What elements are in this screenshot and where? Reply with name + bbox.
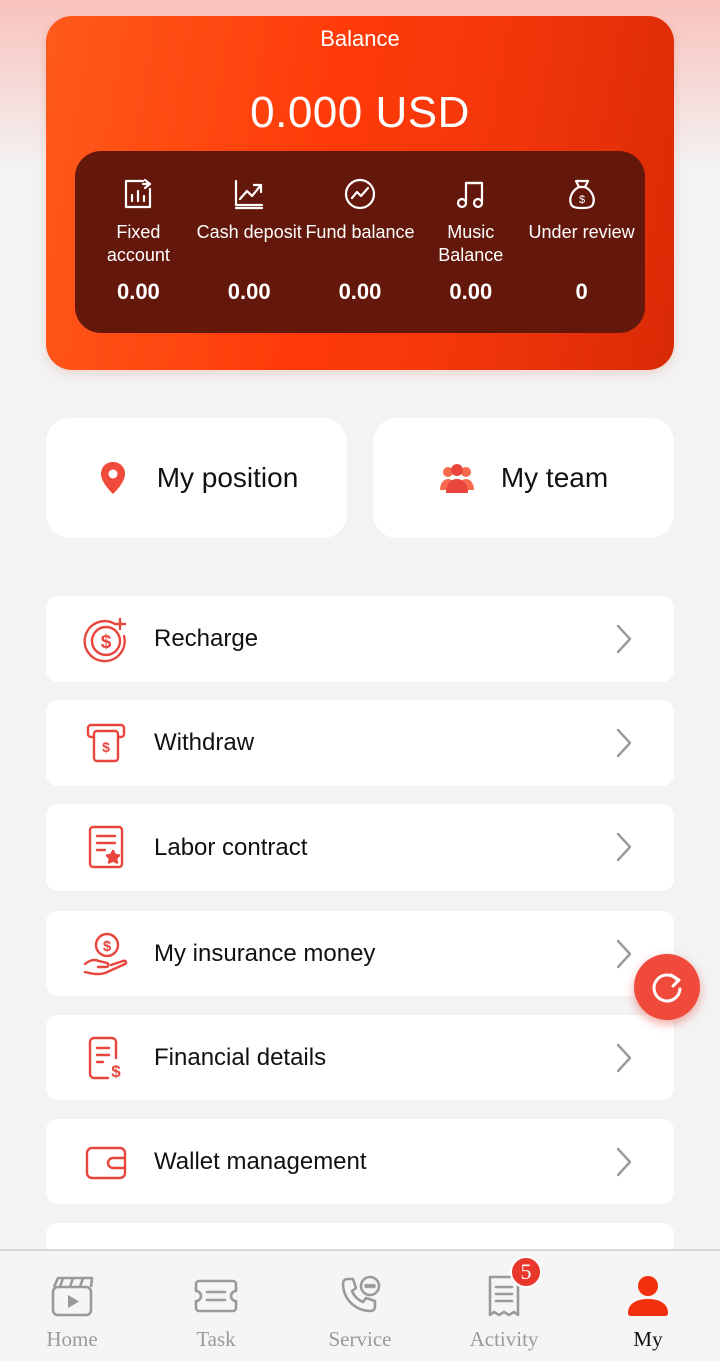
stat-label: Cash deposit: [196, 222, 302, 242]
balance-amount: 0.000 USD: [250, 88, 470, 137]
menu-label: Labor contract: [154, 833, 308, 861]
atm-withdraw-icon: $: [86, 723, 126, 763]
stat-fund-balance[interactable]: Fund balance 0.00: [305, 151, 415, 333]
balance-title: Balance: [320, 26, 400, 51]
svg-text:$: $: [111, 1062, 121, 1081]
bottom-tab-bar: Home Task Service Activity 5 My: [0, 1249, 720, 1361]
menu-label: My insurance money: [154, 939, 376, 967]
chevron-right-icon: [616, 1043, 632, 1073]
svg-text:$: $: [102, 739, 110, 755]
chevron-right-icon: [616, 832, 632, 862]
dollar-plus-icon: $: [83, 617, 127, 663]
stat-under-review[interactable]: $ Under review 0: [527, 151, 637, 333]
stat-fixed-account[interactable]: Fixed account 0.00: [83, 151, 193, 333]
location-pin-icon: [100, 462, 125, 494]
chevron-right-icon: [616, 1147, 632, 1177]
svg-text:$: $: [101, 632, 112, 653]
balance-card: Balance 0.000 USD Fixed account 0.00 Cas…: [46, 16, 674, 370]
stat-label: Under review: [528, 222, 635, 242]
tab-label: Task: [196, 1327, 236, 1351]
phone-chat-icon: [341, 1275, 381, 1313]
music-note-icon: [456, 181, 483, 209]
clapperboard-icon: [51, 1276, 94, 1317]
tab-service[interactable]: Service: [288, 1251, 432, 1361]
stat-value: 0.00: [338, 279, 382, 304]
team-icon: [439, 464, 474, 493]
stat-music-balance[interactable]: Music Balance 0.00: [416, 151, 526, 333]
menu-item-labor-contract[interactable]: Labor contract: [46, 804, 674, 891]
menu-label: Withdraw: [154, 729, 255, 756]
stat-value: 0: [575, 279, 588, 304]
refresh-button[interactable]: [634, 954, 700, 1020]
menu-item-financial-details[interactable]: $ Financial details: [46, 1015, 674, 1100]
tab-label: Activity: [469, 1327, 539, 1351]
user-icon: [628, 1276, 668, 1316]
chevron-right-icon: [616, 939, 632, 969]
tab-label: Service: [328, 1327, 392, 1351]
tab-my[interactable]: My: [576, 1251, 720, 1361]
balance-stats: Fixed account 0.00 Cash deposit 0.00 Fun…: [75, 151, 645, 333]
document-dollar-icon: $: [88, 1036, 121, 1081]
tab-home[interactable]: Home: [0, 1251, 144, 1361]
svg-text:$: $: [579, 194, 585, 206]
stat-value: 0.00: [227, 279, 271, 304]
stat-cash-deposit[interactable]: Cash deposit 0.00: [194, 151, 304, 333]
menu-item-withdraw[interactable]: $ Withdraw: [46, 700, 674, 786]
money-bag-icon: $: [568, 179, 595, 210]
notification-badge: 5: [510, 1256, 542, 1288]
tab-task[interactable]: Task: [144, 1251, 288, 1361]
tab-label: My: [633, 1327, 663, 1351]
menu-label: Wallet management: [154, 1147, 367, 1175]
trend-circle-icon: [344, 178, 376, 210]
menu-item-insurance-money[interactable]: $ My insurance money: [46, 911, 674, 996]
menu-item-recharge[interactable]: $ Recharge: [46, 596, 674, 682]
stat-label: Music Balance: [438, 222, 504, 265]
stat-label: Fixed account: [106, 222, 170, 265]
refresh-icon: [652, 973, 682, 1003]
chevron-right-icon: [616, 728, 632, 758]
menu-label: Financial details: [154, 1043, 327, 1071]
stat-value: 0.00: [116, 279, 160, 304]
hand-coin-icon: $: [83, 932, 128, 976]
svg-text:$: $: [103, 938, 112, 955]
stat-value: 0.00: [449, 279, 493, 304]
my-team-label: My team: [500, 462, 609, 493]
stat-label: Fund balance: [305, 222, 415, 242]
tab-label: Home: [46, 1327, 98, 1351]
bar-chart-icon: [125, 178, 152, 209]
my-position-button[interactable]: My position: [46, 418, 347, 538]
tab-activity[interactable]: Activity 5: [432, 1251, 576, 1361]
contract-icon: [88, 825, 124, 869]
chevron-right-icon: [616, 624, 632, 654]
menu-label: Recharge: [154, 625, 259, 652]
my-position-label: My position: [156, 462, 299, 493]
my-team-button[interactable]: My team: [373, 418, 674, 538]
ticket-icon: [194, 1279, 238, 1313]
menu-item-wallet-management[interactable]: Wallet management: [46, 1119, 674, 1204]
trend-up-icon: [235, 179, 264, 210]
wallet-icon: [85, 1146, 127, 1180]
